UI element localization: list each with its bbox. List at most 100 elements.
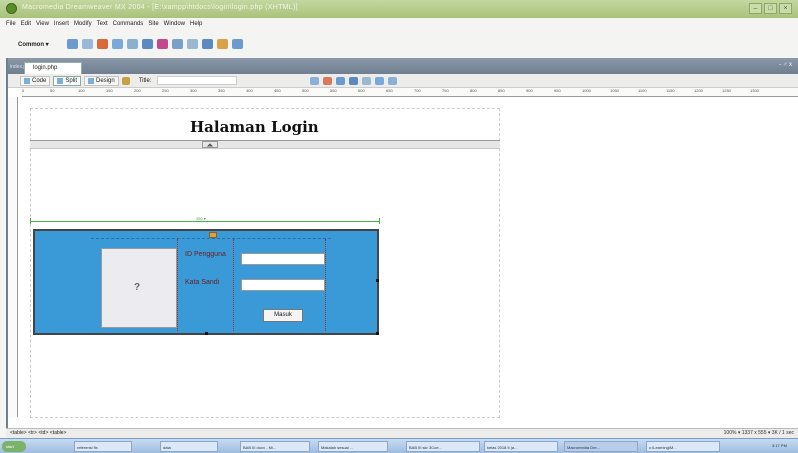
ruler-tick: 1100 bbox=[638, 88, 647, 93]
code-view-icon bbox=[24, 77, 30, 84]
menu-text[interactable]: Text bbox=[97, 21, 108, 27]
browser-check-icon[interactable] bbox=[388, 76, 398, 85]
table-form-icon bbox=[209, 232, 217, 238]
system-clock[interactable]: 3:17 PM bbox=[772, 443, 787, 448]
id-pengguna-input[interactable] bbox=[241, 253, 325, 265]
tab-login-php[interactable]: login.php bbox=[24, 62, 82, 74]
page-heading: Halaman Login bbox=[190, 118, 319, 136]
insert-bar: Common ▾ bbox=[0, 30, 798, 58]
tag-chooser-icon[interactable] bbox=[231, 39, 243, 49]
taskbar-item[interactable]: referensi fix bbox=[74, 441, 132, 452]
dreamweaver-logo-icon bbox=[6, 3, 17, 14]
status-bar: <table> <tr> <td> <table> 100% ▾ 1337 x … bbox=[6, 428, 798, 438]
ruler-tick: 1050 bbox=[610, 88, 619, 93]
taskbar-item[interactable]: Makalah sesuai ... bbox=[318, 441, 388, 452]
status-info[interactable]: 100% ▾ 1337 x 555 ▾ 3K / 1 sec bbox=[724, 430, 794, 436]
email-link-icon[interactable] bbox=[81, 39, 93, 49]
window-controls: – □ × bbox=[749, 3, 792, 14]
table-width-label[interactable]: 350 ▾ bbox=[196, 216, 206, 221]
insert-category-dropdown[interactable]: Common ▾ bbox=[18, 41, 49, 48]
taskbar-item[interactable]: kelas 2018 ti (a... bbox=[484, 441, 558, 452]
menu-help[interactable]: Help bbox=[190, 21, 202, 27]
start-label: start bbox=[6, 444, 14, 449]
menu-bar: File Edit View Insert Modify Text Comman… bbox=[0, 18, 798, 30]
ruler-tick: 1250 bbox=[722, 88, 731, 93]
taskbar-item[interactable]: BAB III skr 3Coe... bbox=[406, 441, 480, 452]
split-view-button[interactable]: Split bbox=[53, 75, 82, 86]
document-toolbar: Code Split Design Title: bbox=[8, 74, 798, 88]
table-icon[interactable] bbox=[111, 39, 123, 49]
taskbar-item[interactable]: data bbox=[160, 441, 218, 452]
refresh-icon[interactable] bbox=[336, 76, 346, 85]
table-resize-handle[interactable] bbox=[376, 279, 379, 282]
menu-modify[interactable]: Modify bbox=[74, 21, 92, 27]
table-resize-handle[interactable] bbox=[205, 332, 208, 335]
tag-selector[interactable]: <table> <tr> <td> <table> bbox=[10, 430, 66, 436]
media-icon[interactable] bbox=[156, 39, 168, 49]
ruler-tick: 1200 bbox=[694, 88, 703, 93]
menu-window[interactable]: Window bbox=[164, 21, 185, 27]
horizontal-ruler: 0 50 100 150 200 250 300 350 400 450 500… bbox=[22, 88, 798, 97]
taskbar-item[interactable]: BAB III docx - Mi... bbox=[240, 441, 310, 452]
table-width-strip bbox=[30, 141, 500, 149]
date-icon[interactable] bbox=[171, 39, 183, 49]
file-management-icon[interactable] bbox=[310, 76, 320, 85]
document-window-controls[interactable]: - ♂ x bbox=[779, 62, 792, 68]
layer-icon[interactable] bbox=[126, 39, 138, 49]
ruler-tick: 150 bbox=[106, 88, 113, 93]
head-icon[interactable] bbox=[201, 39, 213, 49]
start-button[interactable]: start bbox=[2, 441, 26, 452]
document-tab-bar: index.php login.php - ♂ x bbox=[8, 58, 798, 74]
kata-sandi-label: Kata Sandi bbox=[185, 279, 220, 286]
title-bar: Macromedia Dreamweaver MX 2004 - [E:\xam… bbox=[0, 0, 798, 18]
comment-icon[interactable] bbox=[186, 39, 198, 49]
ruler-tick: 250 bbox=[162, 88, 169, 93]
taskbar: start referensi fix data BAB III docx - … bbox=[0, 438, 798, 453]
ruler-tick: 1000 bbox=[582, 88, 591, 93]
ruler-tick: 550 bbox=[330, 88, 337, 93]
ruler-tick: 900 bbox=[526, 88, 533, 93]
menu-insert[interactable]: Insert bbox=[54, 21, 69, 27]
ruler-tick: 850 bbox=[498, 88, 505, 93]
ruler-tick: 500 bbox=[302, 88, 309, 93]
maximize-button[interactable]: □ bbox=[764, 3, 777, 14]
view-options-icon[interactable] bbox=[349, 76, 359, 85]
menu-file[interactable]: File bbox=[6, 21, 16, 27]
close-button[interactable]: × bbox=[779, 3, 792, 14]
masuk-button[interactable]: Masuk bbox=[263, 309, 303, 322]
validate-icon[interactable] bbox=[375, 76, 385, 85]
document-toolbar-right bbox=[310, 76, 398, 85]
ruler-tick: 450 bbox=[274, 88, 281, 93]
menu-view[interactable]: View bbox=[36, 21, 49, 27]
window-title: Macromedia Dreamweaver MX 2004 - [E:\xam… bbox=[22, 4, 298, 11]
table-gridline bbox=[91, 238, 331, 239]
title-label: Title: bbox=[138, 77, 152, 84]
column-divider bbox=[325, 239, 326, 331]
ruler-tick: 1300 bbox=[750, 88, 759, 93]
login-table[interactable]: ? ID Pengguna Kata Sandi Masuk bbox=[33, 229, 379, 335]
code-view-button[interactable]: Code bbox=[20, 75, 51, 86]
hyperlink-icon[interactable] bbox=[66, 39, 78, 49]
ruler-tick: 950 bbox=[554, 88, 561, 93]
image-placeholder[interactable]: ? bbox=[101, 248, 177, 328]
live-data-icon[interactable] bbox=[121, 76, 130, 85]
taskbar-item-active[interactable]: Macromedia Dre... bbox=[564, 441, 638, 452]
named-anchor-icon[interactable] bbox=[96, 39, 108, 49]
kata-sandi-input[interactable] bbox=[241, 279, 325, 291]
design-view-button[interactable]: Design bbox=[84, 75, 119, 86]
table-resize-handle[interactable] bbox=[376, 332, 379, 335]
ruler-tick: 350 bbox=[218, 88, 225, 93]
minimize-button[interactable]: – bbox=[749, 3, 762, 14]
menu-edit[interactable]: Edit bbox=[21, 21, 31, 27]
design-view-label: Design bbox=[96, 77, 115, 84]
taskbar-item[interactable]: c:\Learning\M... bbox=[646, 441, 720, 452]
split-view-icon bbox=[57, 77, 64, 84]
image-icon[interactable] bbox=[141, 39, 153, 49]
menu-commands[interactable]: Commands bbox=[113, 21, 144, 27]
template-icon[interactable] bbox=[216, 39, 228, 49]
ruler-tick: 200 bbox=[134, 88, 141, 93]
preview-browser-icon[interactable] bbox=[323, 76, 333, 85]
page-title-input[interactable] bbox=[157, 76, 238, 85]
menu-site[interactable]: Site bbox=[148, 21, 158, 27]
visual-aids-icon[interactable] bbox=[362, 76, 372, 85]
